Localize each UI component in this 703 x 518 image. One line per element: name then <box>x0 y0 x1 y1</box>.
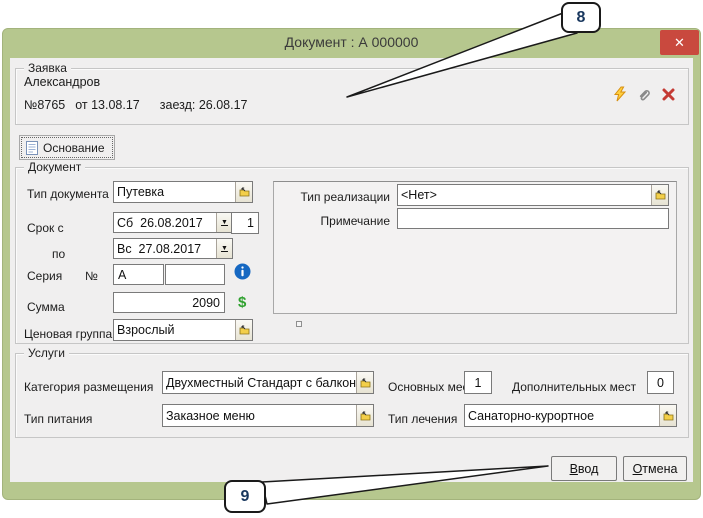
enter-button[interactable]: Ввод <box>551 456 617 481</box>
document-page-icon <box>26 141 38 155</box>
lightning-icon <box>612 86 628 102</box>
extra-places-field[interactable] <box>647 371 674 394</box>
series-label: Серия <box>27 269 62 283</box>
cancel-button[interactable]: Отмена <box>623 456 687 481</box>
cancel-button-label: Отмена <box>633 462 678 476</box>
doc-type-label: Тип документа <box>27 187 109 201</box>
delete-x-icon <box>661 87 676 102</box>
number-label: № <box>85 269 98 283</box>
period-to-dropdown-button[interactable]: ▼ <box>216 239 232 258</box>
period-from-label: Срок с <box>27 221 64 235</box>
chevron-down-icon: ▼ <box>221 245 228 252</box>
doc-type-choose-button[interactable] <box>235 182 252 202</box>
extra-places-label: Дополнительных мест <box>512 380 636 394</box>
choose-folder-icon <box>655 190 666 200</box>
choose-folder-icon <box>360 411 371 421</box>
choose-folder-icon <box>239 187 250 197</box>
accommodation-label: Категория размещения <box>24 380 153 394</box>
services-group-label: Услуги <box>24 346 69 360</box>
request-from-date: от 13.08.17 <box>75 98 140 112</box>
period-to-date-field[interactable]: Вс 27.08.2017 ▼ <box>113 238 233 259</box>
treatment-type-choose-button[interactable] <box>659 405 676 426</box>
price-group-combo[interactable]: Взрослый <box>113 319 253 341</box>
accommodation-value: Двухместный Стандарт с балконом <box>163 372 356 393</box>
period-to-value: Вс 27.08.2017 <box>114 239 216 258</box>
info-button[interactable] <box>234 263 251 280</box>
nights-count-field[interactable] <box>231 212 259 234</box>
doc-type-combo[interactable]: Путевка <box>113 181 253 203</box>
note-field[interactable] <box>397 208 669 229</box>
request-number: №8765 <box>24 98 65 112</box>
chevron-down-icon: ▼ <box>221 219 228 226</box>
realization-type-value: <Нет> <box>398 185 651 205</box>
post-document-button[interactable] <box>612 86 628 102</box>
close-icon: ✕ <box>674 35 685 51</box>
amount-label: Сумма <box>27 300 65 314</box>
doc-type-value: Путевка <box>114 182 235 202</box>
realization-type-choose-button[interactable] <box>651 185 668 205</box>
callout-9-number: 9 <box>241 488 250 506</box>
info-icon <box>234 263 251 280</box>
request-details: №8765 от 13.08.17 заезд: 26.08.17 <box>24 98 247 112</box>
note-label: Примечание <box>280 214 390 228</box>
tab-osnovanie-label: Основание <box>43 141 105 155</box>
period-from-value: Сб 26.08.2017 <box>114 213 216 232</box>
choose-folder-icon <box>239 325 250 335</box>
period-from-dropdown-button[interactable]: ▼ <box>216 213 232 232</box>
paperclip-icon <box>637 87 652 102</box>
meal-type-label: Тип питания <box>24 412 92 426</box>
delete-request-button[interactable] <box>661 87 676 102</box>
main-places-field[interactable] <box>464 371 492 394</box>
callout-8-number: 8 <box>577 9 586 27</box>
meal-type-choose-button[interactable] <box>356 405 373 426</box>
meal-type-combo[interactable]: Заказное меню <box>162 404 374 427</box>
request-arrival-date: заезд: 26.08.17 <box>160 98 248 112</box>
series-field[interactable] <box>113 264 164 285</box>
period-to-label: по <box>52 247 65 261</box>
price-group-label: Ценовая группа <box>24 327 112 341</box>
request-group: Заявка <box>15 68 689 125</box>
choose-folder-icon <box>360 378 371 388</box>
document-group-label: Документ <box>24 160 85 174</box>
realization-type-label: Тип реализации <box>280 190 390 204</box>
request-client-name: Александров <box>24 75 100 89</box>
currency-dollar-icon: $ <box>238 294 246 311</box>
enter-button-label: Ввод <box>570 462 599 476</box>
choose-folder-icon <box>663 411 674 421</box>
attach-file-button[interactable] <box>637 87 652 102</box>
meal-type-value: Заказное меню <box>163 405 356 426</box>
callout-9-badge: 9 <box>224 480 266 513</box>
screenshot-root: Документ : А 000000 ✕ Заявка Александров… <box>0 0 703 518</box>
accommodation-combo[interactable]: Двухместный Стандарт с балконом <box>162 371 374 394</box>
treatment-type-label: Тип лечения <box>388 412 457 426</box>
main-places-label: Основных мест <box>388 380 474 394</box>
price-group-value: Взрослый <box>114 320 235 340</box>
window-title: Документ : А 000000 <box>2 34 701 50</box>
realization-type-combo[interactable]: <Нет> <box>397 184 669 206</box>
resize-grip-square <box>296 321 302 327</box>
accommodation-choose-button[interactable] <box>356 372 373 393</box>
amount-field[interactable] <box>113 292 225 313</box>
request-group-label: Заявка <box>24 61 71 75</box>
close-button[interactable]: ✕ <box>660 30 699 55</box>
treatment-type-value: Санаторно-курортное <box>465 405 659 426</box>
callout-8-badge: 8 <box>561 2 601 33</box>
price-group-choose-button[interactable] <box>235 320 252 340</box>
treatment-type-combo[interactable]: Санаторно-курортное <box>464 404 677 427</box>
period-from-date-field[interactable]: Сб 26.08.2017 ▼ <box>113 212 233 233</box>
tab-osnovanie[interactable]: Основание <box>19 135 115 160</box>
number-field[interactable] <box>165 264 225 285</box>
